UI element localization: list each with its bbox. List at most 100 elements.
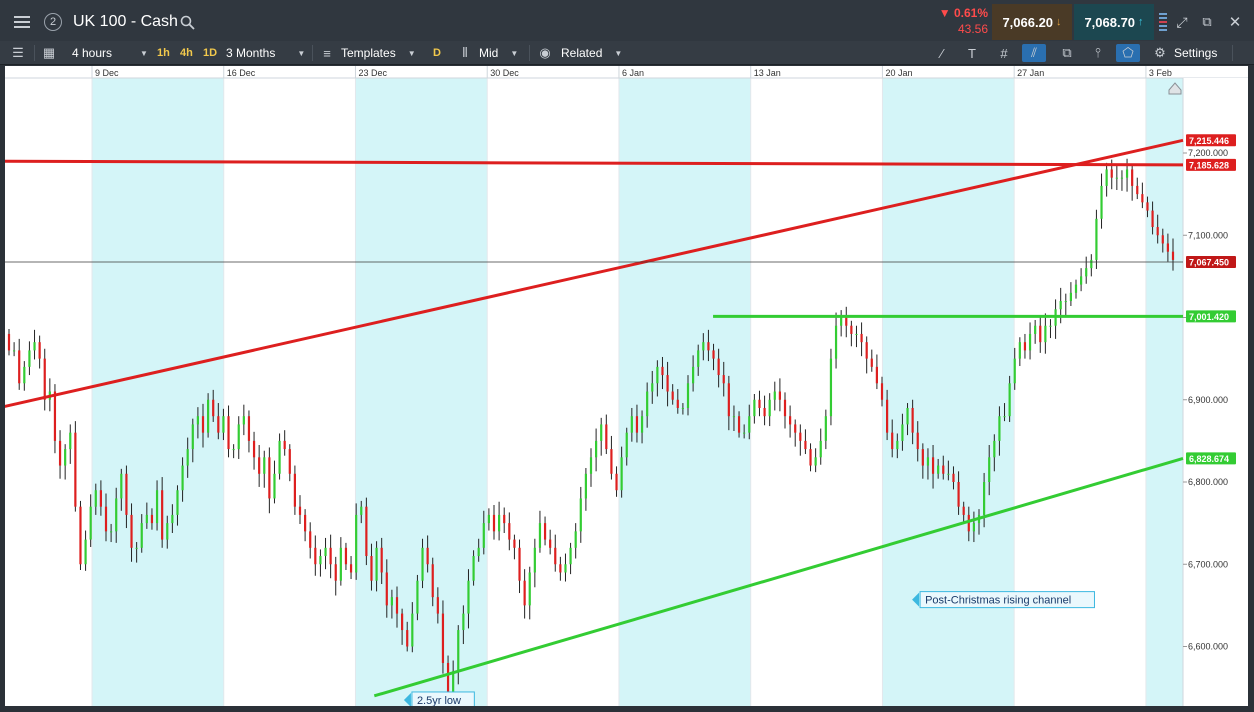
candle-body (819, 440, 822, 458)
candle-body (237, 424, 240, 450)
candle-body (564, 564, 567, 573)
candle-body (743, 432, 746, 434)
candle-body (406, 630, 409, 647)
chart-area[interactable]: 9 Dec 16 Dec 23 Dec 30 Dec 6 Jan 13 Jan 20 Jan… (5, 66, 1248, 706)
candle-body (533, 547, 536, 573)
candle-body (1003, 416, 1006, 418)
candle-body (104, 506, 108, 532)
candle-body (258, 457, 261, 474)
candle-body (712, 350, 715, 359)
candle-body (707, 342, 710, 351)
draw-line-icon[interactable]: ∕ (933, 44, 951, 62)
candle-body (799, 432, 802, 441)
candle-body (937, 465, 940, 474)
candle-body (58, 440, 62, 466)
candle-body (1161, 235, 1164, 244)
candle-body (615, 473, 618, 491)
candle-body (212, 399, 215, 417)
quick-interval-4h[interactable]: 4h (180, 41, 193, 65)
close-icon[interactable]: ✕ (1222, 0, 1248, 44)
candle-body (441, 613, 445, 663)
candle-body (390, 597, 393, 606)
candle-body (487, 514, 490, 524)
workspace-count-badge[interactable]: 2 (42, 0, 64, 44)
interval-label: 4 hours (72, 46, 113, 60)
candle-body (589, 457, 593, 474)
candle-body (870, 358, 873, 367)
menu-icon[interactable] (6, 0, 38, 44)
candle-body (1080, 276, 1083, 285)
candle-body (702, 342, 705, 351)
candle-body (1034, 325, 1037, 334)
candle-body (421, 547, 424, 581)
indicator-icon[interactable]: ⫯ (1089, 44, 1107, 62)
settings-menu[interactable]: Settings (1174, 41, 1217, 65)
candle-body (926, 457, 930, 466)
candle-body (349, 564, 353, 573)
candle-body (263, 457, 266, 474)
layers-icon[interactable]: ⧉ (1058, 44, 1076, 62)
range-label: 3 Months (226, 46, 276, 60)
candle-body (886, 399, 889, 433)
candle-body (983, 482, 986, 515)
search-icon[interactable] (180, 15, 195, 30)
candle-body (681, 407, 684, 409)
candle-body (1090, 259, 1093, 269)
d-chip[interactable]: D (433, 41, 441, 65)
text-tool-icon[interactable]: T (963, 44, 981, 62)
range-select[interactable]: 3 Months ▼ (226, 41, 305, 65)
chart-toolbar: ☰ ▦ 4 hours ▼ 1h 4h 1D 3 Months ▼ ≡ Templa… (0, 41, 1254, 65)
quick-interval-1d[interactable]: 1D (203, 41, 217, 65)
toolbar-divider (312, 45, 313, 61)
candle-body (304, 514, 307, 532)
title-bar: 2 UK 100 - Cash ▼ 0.61% 43.56 7,066.20 ↓ … (0, 0, 1254, 44)
market-depth-icon[interactable] (1156, 0, 1170, 44)
candle-body (145, 514, 148, 524)
interval-select[interactable]: 4 hours ▼ (72, 41, 148, 65)
grid-icon[interactable]: ▦ (40, 44, 58, 62)
candle-body (201, 416, 205, 433)
instrument-title[interactable]: UK 100 - Cash (73, 13, 178, 31)
candle-body (247, 416, 251, 441)
toolbar-divider (34, 45, 35, 61)
candle-body (569, 547, 572, 565)
price-label-text: 7,185.628 (1189, 160, 1229, 170)
crosshair-icon[interactable]: # (995, 44, 1013, 62)
label-icon[interactable]: ⬠ (1116, 44, 1140, 62)
candle-body (161, 490, 164, 540)
price-type-select[interactable]: Mid ▼ (479, 41, 518, 65)
candle-body (380, 547, 383, 573)
gear-icon[interactable]: ⚙ (1151, 44, 1169, 62)
price-chart[interactable]: 9 Dec 16 Dec 23 Dec 30 Dec 6 Jan 13 Jan 20 Jan… (5, 66, 1248, 706)
candle-body (1131, 169, 1134, 186)
y-axis-strip (1183, 78, 1248, 706)
candle-body (1023, 342, 1027, 351)
x-tick-label: 6 Jan (622, 68, 644, 78)
candle-body (319, 556, 322, 565)
price-change: ▼ 0.61% 43.56 (926, 6, 988, 38)
expand-icon[interactable]: ⤢ (1172, 0, 1192, 44)
candle-body (891, 432, 894, 450)
related-menu[interactable]: Related ▼ (561, 41, 622, 65)
price-label-text: 6,828.674 (1189, 454, 1229, 464)
candle-body (89, 506, 92, 540)
candle-body (375, 547, 378, 581)
templates-menu[interactable]: Templates ▼ (341, 41, 416, 65)
candle-body (38, 342, 41, 359)
candle-body (69, 432, 72, 450)
candle-body (1120, 177, 1124, 179)
buy-price-button[interactable]: 7,068.70 ↑ (1074, 4, 1154, 40)
candle-body (1018, 342, 1021, 359)
x-tick-label: 23 Dec (358, 68, 387, 78)
candle-body (355, 514, 358, 573)
trendline-icon[interactable]: ⫽ (1022, 44, 1046, 62)
candle-body (692, 366, 695, 384)
quick-interval-1h[interactable]: 1h (157, 41, 170, 65)
candle-body (666, 375, 669, 392)
popout-icon[interactable]: ⧉ (1196, 0, 1218, 44)
candle-body (222, 416, 225, 433)
candle-body (1125, 169, 1129, 178)
sell-price-button[interactable]: 7,066.20 ↓ (992, 4, 1072, 40)
candle-body (605, 424, 608, 450)
list-icon[interactable]: ☰ (9, 44, 27, 62)
